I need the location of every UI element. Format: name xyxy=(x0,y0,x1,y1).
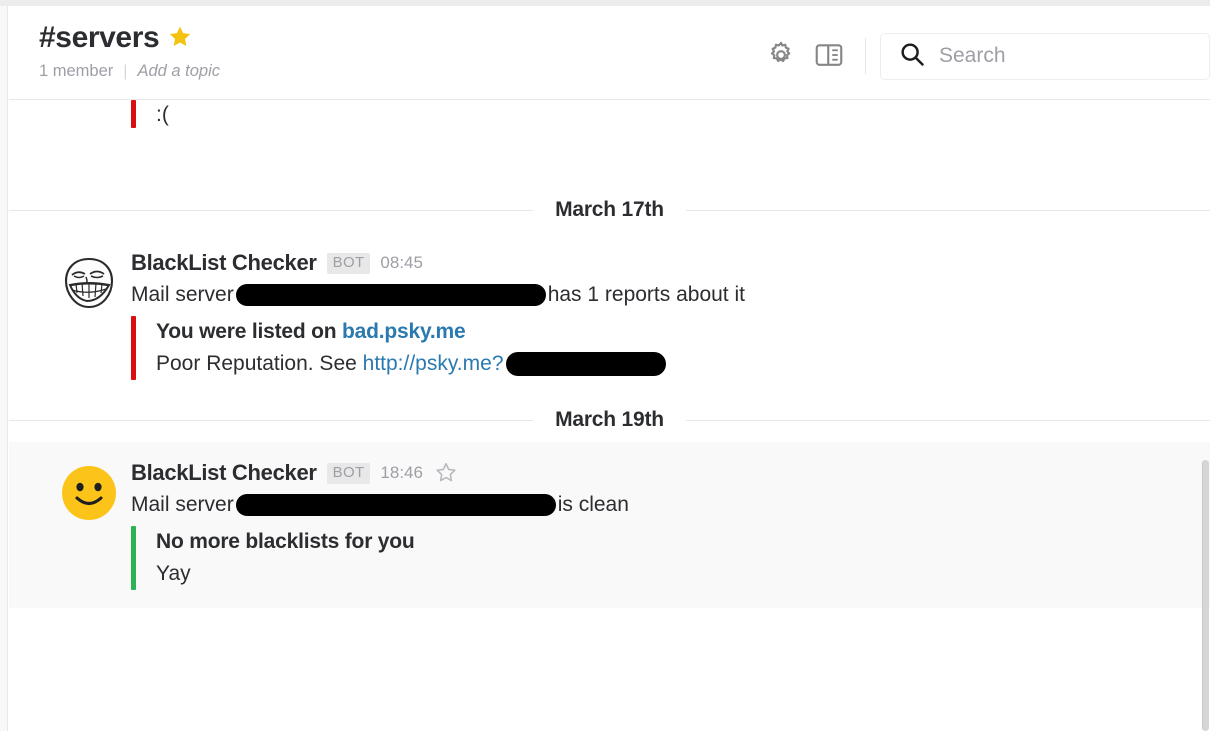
settings-button[interactable] xyxy=(757,32,805,80)
attachment-body-link[interactable]: http://psky.me? xyxy=(363,352,504,375)
message-text: Mail server is clean xyxy=(131,490,1190,520)
attachment-title: No more blacklists for you xyxy=(156,526,1190,558)
search-icon xyxy=(898,40,926,73)
attachment: No more blacklists for you Yay xyxy=(131,526,1190,590)
sidebar-edge xyxy=(0,6,8,731)
split-panel-icon xyxy=(814,40,844,73)
redacted-block xyxy=(235,284,546,306)
message-text-after: has 1 reports about it xyxy=(547,283,745,306)
message-text-before: Mail server xyxy=(131,283,234,306)
star-outline-icon xyxy=(435,461,457,486)
message-text: Mail server has 1 reports about it xyxy=(131,280,1190,310)
date-label: March 19th xyxy=(533,408,686,432)
message-header: BlackList Checker BOT 08:45 xyxy=(131,248,1190,278)
vertical-scrollbar[interactable] xyxy=(1201,460,1210,731)
channel-title-row: #servers xyxy=(39,20,220,56)
attachment: You were listed on bad.psky.me Poor Repu… xyxy=(131,316,1190,380)
attachment-color-bar xyxy=(131,316,136,380)
attachment-body: Yay xyxy=(156,558,1190,590)
page-title[interactable]: #servers xyxy=(39,21,160,55)
attachment-title-text: You were listed on xyxy=(156,320,337,343)
message-text-before: Mail server xyxy=(131,493,234,516)
channel-header: #servers 1 member | Add a topic Search xyxy=(9,6,1210,100)
attachment-title-link[interactable]: bad.psky.me xyxy=(342,320,466,343)
header-divider xyxy=(865,38,866,74)
member-count[interactable]: 1 member xyxy=(39,62,113,81)
date-label: March 17th xyxy=(533,198,686,222)
attachment-body-text: Poor Reputation. See xyxy=(156,352,357,375)
smiley-face-avatar[interactable] xyxy=(60,464,118,522)
message-partial-top: :( xyxy=(9,100,1210,188)
troll-face-avatar[interactable] xyxy=(60,254,118,312)
attachment-color-bar xyxy=(131,526,136,590)
channel-header-actions: Search xyxy=(757,32,1210,80)
meta-separator: | xyxy=(123,62,128,80)
message-timestamp[interactable]: 18:46 xyxy=(380,463,423,483)
gear-icon xyxy=(766,40,796,73)
attachment-title-text: No more blacklists for you xyxy=(156,530,415,553)
redacted-block xyxy=(235,494,556,516)
channel-meta: 1 member | Add a topic xyxy=(39,62,220,81)
bot-badge: BOT xyxy=(326,252,371,274)
date-divider-march-19: March 19th xyxy=(9,398,1210,442)
message-author[interactable]: BlackList Checker xyxy=(131,250,317,276)
attachment-text: :( xyxy=(156,103,169,126)
channel-header-info: #servers 1 member | Add a topic xyxy=(39,20,220,81)
message-row[interactable]: BlackList Checker BOT 18:46 Mail server … xyxy=(9,442,1210,608)
slack-window: #servers 1 member | Add a topic Search:… xyxy=(0,0,1210,731)
redacted-block xyxy=(505,352,666,377)
bot-badge: BOT xyxy=(326,462,371,484)
attachment-color-bar xyxy=(131,100,136,128)
date-divider-march-17: March 17th xyxy=(9,188,1210,232)
search-input[interactable]: Search xyxy=(880,32,1210,80)
message-timestamp[interactable]: 08:45 xyxy=(380,253,423,273)
message-header: BlackList Checker BOT 18:46 xyxy=(131,458,1190,488)
star-filled-icon[interactable] xyxy=(168,24,192,53)
attachment-body: Poor Reputation. See http://psky.me? xyxy=(156,348,1190,380)
attachment: :( xyxy=(131,100,1210,128)
message-text-after: is clean xyxy=(557,493,629,516)
save-message-button[interactable] xyxy=(435,461,457,486)
toggle-details-panel-button[interactable] xyxy=(805,32,853,80)
add-topic-link[interactable]: Add a topic xyxy=(137,62,220,81)
attachment-title: You were listed on bad.psky.me xyxy=(156,316,1190,348)
scrollbar-thumb[interactable] xyxy=(1202,460,1209,731)
attachment-body-text: Yay xyxy=(156,562,191,585)
message-list[interactable]: :( March 17th BlackList Checker BOT 08:4… xyxy=(9,100,1210,731)
search-placeholder: Search xyxy=(939,44,1006,67)
message-author[interactable]: BlackList Checker xyxy=(131,460,317,486)
message-row[interactable]: BlackList Checker BOT 08:45 Mail server … xyxy=(9,232,1210,398)
